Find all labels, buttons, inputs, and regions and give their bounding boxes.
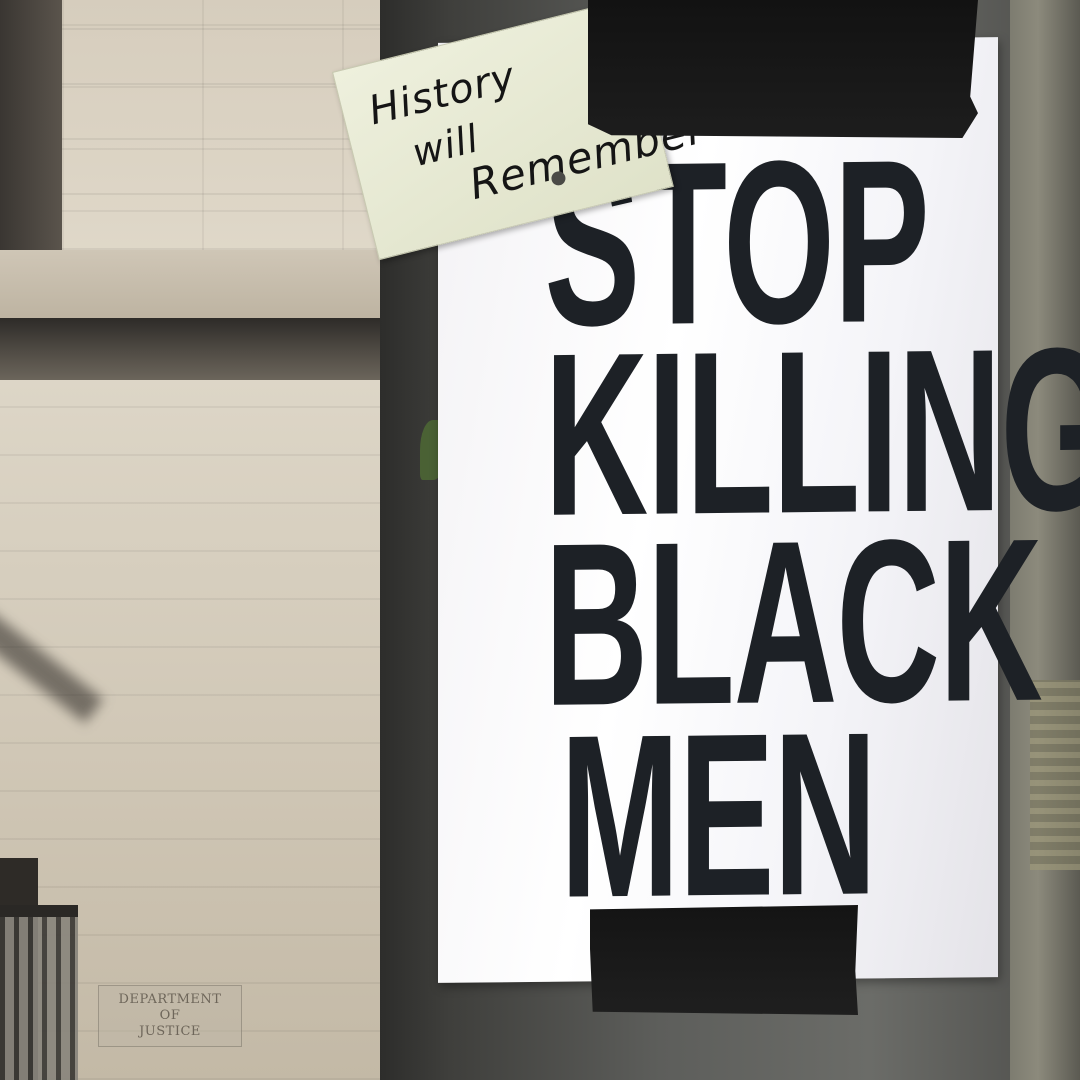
plaque-line-2: OF (159, 1008, 181, 1023)
plaque-line-3: JUSTICE (139, 1024, 201, 1039)
building-dark-recess (0, 0, 62, 250)
tag-line-history: History (364, 53, 521, 135)
metal-gate (0, 905, 78, 1080)
black-tape-bottom (590, 905, 858, 1015)
department-of-justice-plaque: DEPARTMENT OF JUSTICE (98, 985, 242, 1047)
plaque-line-1: DEPARTMENT (118, 992, 222, 1007)
building-upper-stonework (62, 0, 382, 250)
black-tape-top (588, 0, 978, 138)
sign-line-men: MEN (560, 684, 876, 947)
photo-scene: DEPARTMENT OF JUSTICE STOP KILLING BLACK… (0, 0, 1080, 1080)
building-cornice (0, 318, 410, 380)
building-ledge (0, 250, 400, 320)
metal-gate-rail (0, 905, 78, 917)
